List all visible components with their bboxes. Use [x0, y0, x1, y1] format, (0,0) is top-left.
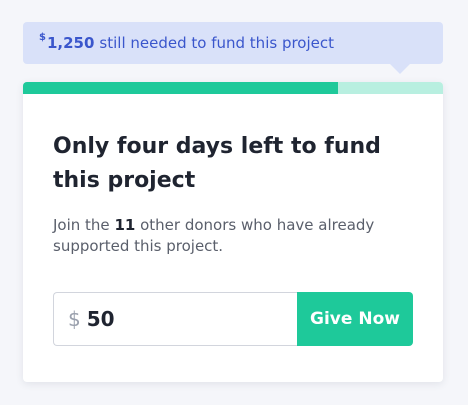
card-subtitle: Join the 11 other donors who have alread… — [53, 215, 393, 257]
donation-amount-input[interactable] — [86, 307, 267, 331]
donor-count: 11 — [114, 216, 136, 234]
tooltip-arrow — [390, 64, 410, 74]
tooltip-currency-symbol: $ — [39, 32, 46, 43]
subtitle-prefix: Join the — [53, 216, 110, 234]
funding-progress-fill — [23, 82, 338, 94]
donation-form: $ Give Now — [53, 292, 413, 346]
amount-needed: $ 1,250 — [39, 32, 95, 53]
give-now-button[interactable]: Give Now — [297, 292, 413, 346]
funding-needed-tooltip: $ 1,250 still needed to fund this projec… — [23, 22, 443, 64]
currency-prefix: $ — [68, 307, 81, 331]
donation-card: Only four days left to fund this project… — [23, 82, 443, 382]
funding-progress-bar — [23, 82, 443, 94]
tooltip-message: still needed to fund this project — [99, 34, 335, 52]
tooltip-amount: 1,250 — [46, 34, 95, 52]
card-title: Only four days left to fund this project — [53, 134, 381, 193]
donation-amount-field[interactable]: $ — [53, 292, 297, 346]
